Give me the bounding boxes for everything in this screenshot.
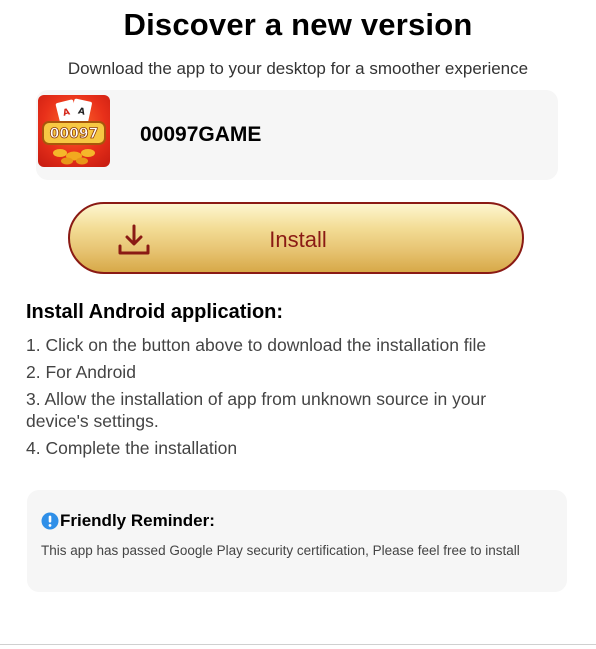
instructions-heading: Install Android application: (26, 301, 284, 323)
app-name: 00097GAME (140, 123, 262, 146)
app-icon-text: 00097 (50, 126, 99, 142)
app-card: A A 00097 00097GAME (36, 90, 558, 180)
page-title: Discover a new version (123, 7, 473, 42)
instruction-step: 3. Allow the installation of app from un… (26, 389, 487, 431)
page-subtitle: Download the app to your desktop for a s… (67, 59, 529, 78)
reminder-text: This app has passed Google Play security… (41, 543, 520, 558)
app-logo-icon: A A 00097 (38, 95, 110, 167)
instruction-step: 4. Complete the installation (26, 438, 238, 458)
instructions-list: 1. Click on the button above to download… (26, 334, 546, 464)
divider (0, 644, 596, 645)
install-button-label: Install (269, 227, 327, 252)
reminder-title: Friendly Reminder: (60, 511, 215, 530)
instruction-step: 2. For Android (26, 362, 136, 382)
instruction-step: 1. Click on the button above to download… (26, 335, 487, 355)
friendly-reminder-box: Friendly Reminder: This app has passed G… (27, 490, 567, 592)
info-icon (41, 512, 59, 530)
install-button[interactable]: Install (68, 202, 524, 274)
install-prompt-page: Discover a new version Download the app … (0, 0, 596, 649)
